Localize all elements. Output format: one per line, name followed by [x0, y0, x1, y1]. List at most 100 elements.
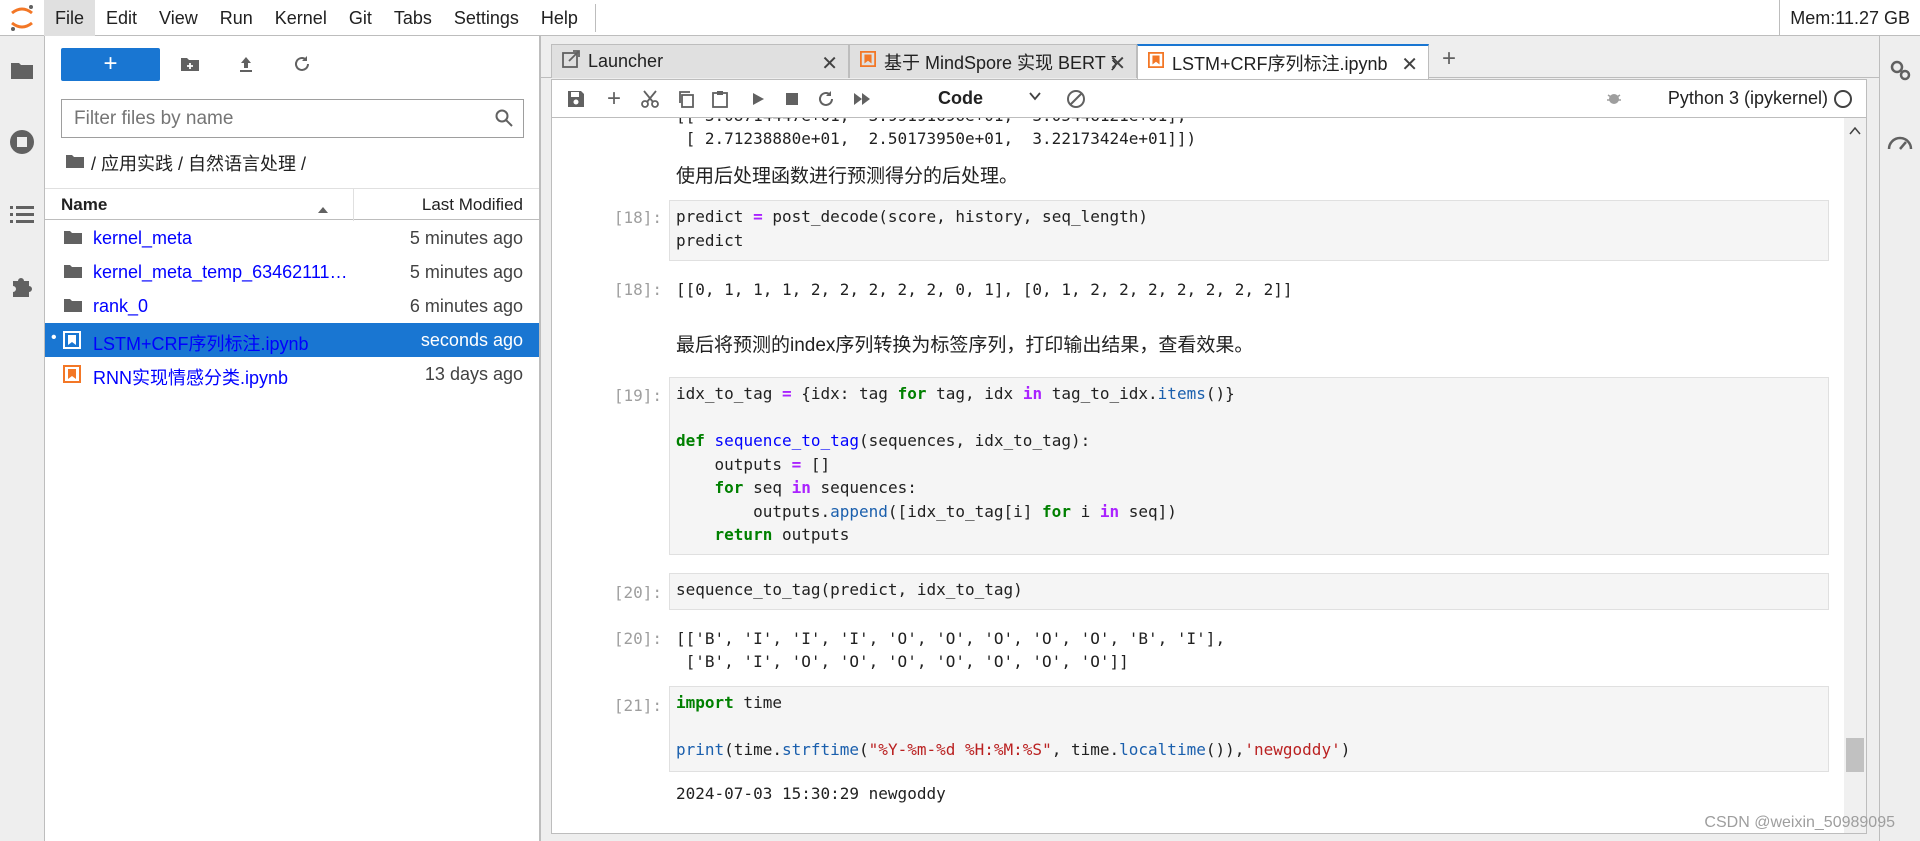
input-prompt: [18]:	[613, 208, 662, 227]
column-divider	[353, 189, 354, 221]
restart-icon[interactable]	[814, 88, 838, 110]
menu-divider	[594, 3, 596, 32]
folder-icon	[63, 229, 83, 247]
file-name: LSTM+CRF序列标注.ipynb	[93, 334, 309, 354]
upload-icon[interactable]	[233, 51, 259, 77]
file-row-selected[interactable]: • LSTM+CRF序列标注.ipynb seconds ago	[45, 323, 539, 357]
main-menu: File Edit View Run Kernel Git Tabs Setti…	[44, 0, 596, 36]
notebook-panel: + Code Python 3 (ipykernel) [[ 3.0871444…	[551, 79, 1867, 834]
scroll-up-icon[interactable]	[1849, 122, 1861, 140]
column-last-modified[interactable]: Last Modified	[422, 195, 523, 215]
copy-icon[interactable]	[674, 88, 698, 110]
code-cell-21[interactable]: import time print(time.strftime("%Y-%m-%…	[669, 686, 1829, 772]
code-cell-18[interactable]: predict = post_decode(score, history, se…	[669, 200, 1829, 261]
column-name[interactable]: Name	[61, 195, 107, 215]
menu-kernel[interactable]: Kernel	[264, 0, 338, 36]
tab-label: 基于 MindSpore 实现 BERT 对	[884, 52, 1116, 73]
notebook-icon	[63, 331, 83, 349]
running-indicator: •	[51, 329, 57, 346]
menu-git[interactable]: Git	[338, 0, 383, 36]
menu-help[interactable]: Help	[530, 0, 589, 36]
file-row[interactable]: kernel_meta 5 minutes ago	[45, 221, 539, 255]
chevron-down-icon[interactable]	[1028, 89, 1042, 108]
output-prompt: [20]:	[613, 629, 662, 648]
code-cell-20[interactable]: sequence_to_tag(predict, idx_to_tag)	[669, 573, 1829, 610]
output-text: 2024-07-03 15:30:29 newgoddy	[676, 784, 946, 803]
file-browser: + / 应用实践 / 自然语言处理 / Name Last Modified k…	[45, 36, 541, 841]
file-modified: 5 minutes ago	[409, 262, 523, 282]
menu-tabs[interactable]: Tabs	[383, 0, 443, 36]
refresh-icon[interactable]	[289, 51, 315, 77]
code-cell-19[interactable]: idx_to_tag = {idx: tag for tag, idx in t…	[669, 377, 1829, 555]
fast-forward-icon[interactable]	[850, 88, 874, 110]
running-kernels-icon[interactable]	[8, 128, 36, 156]
input-prompt: [19]:	[613, 386, 662, 405]
markdown-cell: 使用后处理函数进行预测得分的后处理。	[676, 166, 1019, 187]
breadcrumb-path[interactable]: / 应用实践 / 自然语言处理 /	[91, 150, 306, 176]
breadcrumb: / 应用实践 / 自然语言处理 /	[65, 150, 306, 176]
property-inspector-icon[interactable]	[1886, 56, 1914, 84]
main-area: Launcher ✕ 基于 MindSpore 实现 BERT 对 ✕ LSTM…	[541, 36, 1879, 841]
file-row[interactable]: RNN实现情感分类.ipynb 13 days ago	[45, 357, 539, 391]
menu-run[interactable]: Run	[209, 0, 264, 36]
menubar: File Edit View Run Kernel Git Tabs Setti…	[0, 0, 1920, 36]
tab-bar: Launcher ✕ 基于 MindSpore 实现 BERT 对 ✕ LSTM…	[541, 36, 1879, 79]
run-icon[interactable]	[746, 88, 770, 110]
new-launcher-button[interactable]: +	[61, 48, 160, 81]
table-of-contents-icon[interactable]	[8, 200, 36, 228]
menu-file[interactable]: File	[44, 0, 96, 36]
notebook-content: [[ 3.08714447e+01, 3.99191696e+01, 3.054…	[552, 118, 1866, 833]
scrollbar-thumb[interactable]	[1846, 738, 1864, 772]
sort-ascending-icon[interactable]	[317, 199, 329, 219]
output-text: [['B', 'I', 'I', 'I', 'O', 'O', 'O', 'O'…	[676, 629, 1226, 648]
kernel-name[interactable]: Python 3 (ipykernel)	[1668, 88, 1828, 109]
close-icon[interactable]: ✕	[821, 51, 838, 76]
launcher-icon	[562, 50, 580, 73]
cut-icon[interactable]	[638, 88, 662, 110]
file-modified: 13 days ago	[424, 364, 523, 384]
file-list-header: Name Last Modified	[45, 188, 539, 221]
input-prompt: [21]:	[613, 696, 662, 715]
file-name: RNN实现情感分类.ipynb	[93, 368, 289, 388]
menu-settings[interactable]: Settings	[443, 0, 530, 36]
file-row[interactable]: kernel_meta_temp_6346211178... 5 minutes…	[45, 255, 539, 289]
debugger-icon[interactable]	[1606, 90, 1622, 111]
file-modified: 6 minutes ago	[409, 296, 523, 316]
markdown-cell: 最后将预测的index序列转换为标签序列，打印输出结果，查看效果。	[676, 335, 1254, 356]
file-row[interactable]: rank_0 6 minutes ago	[45, 289, 539, 323]
file-modified: seconds ago	[420, 330, 523, 350]
file-name: kernel_meta_temp_6346211178...	[93, 262, 353, 282]
left-sidebar	[0, 36, 45, 841]
output-text: [ 2.71238880e+01, 2.50173950e+01, 3.2217…	[676, 129, 1197, 148]
paste-icon[interactable]	[708, 88, 732, 110]
filter-files-input[interactable]	[62, 107, 482, 130]
add-tab-button[interactable]: +	[1435, 46, 1463, 74]
notebook-icon	[1148, 52, 1164, 73]
tab-lstm-crf-notebook[interactable]: LSTM+CRF序列标注.ipynb ✕	[1137, 44, 1429, 79]
tab-launcher[interactable]: Launcher ✕	[551, 44, 849, 78]
new-folder-icon[interactable]	[177, 51, 203, 77]
menu-view[interactable]: View	[148, 0, 209, 36]
folder-icon[interactable]	[8, 56, 36, 84]
cell-type-select[interactable]: Code	[938, 88, 983, 109]
output-prompt: [18]:	[613, 280, 662, 299]
stop-icon[interactable]	[780, 88, 804, 110]
save-icon[interactable]	[564, 88, 588, 110]
debugger-gauge-icon[interactable]	[1886, 128, 1914, 156]
folder-home-icon[interactable]	[65, 153, 85, 174]
close-icon[interactable]: ✕	[1401, 52, 1418, 77]
git-diff-icon[interactable]	[1064, 88, 1088, 110]
vertical-scrollbar[interactable]	[1844, 118, 1866, 833]
output-text: ['B', 'I', 'O', 'O', 'O', 'O', 'O', 'O',…	[676, 652, 1129, 671]
file-name: kernel_meta	[93, 228, 193, 248]
output-text: [[0, 1, 1, 1, 2, 2, 2, 2, 2, 0, 1], [0, …	[676, 280, 1293, 299]
tab-bert-notebook[interactable]: 基于 MindSpore 实现 BERT 对 ✕	[849, 44, 1137, 78]
input-prompt: [20]:	[613, 583, 662, 602]
close-icon[interactable]: ✕	[1109, 51, 1126, 76]
tab-label: LSTM+CRF序列标注.ipynb	[1172, 53, 1388, 74]
filter-files-box[interactable]	[61, 99, 524, 138]
notebook-toolbar: + Code Python 3 (ipykernel)	[552, 80, 1866, 118]
extension-manager-icon[interactable]	[8, 272, 36, 300]
insert-cell-icon[interactable]: +	[602, 85, 626, 112]
menu-edit[interactable]: Edit	[95, 0, 148, 36]
